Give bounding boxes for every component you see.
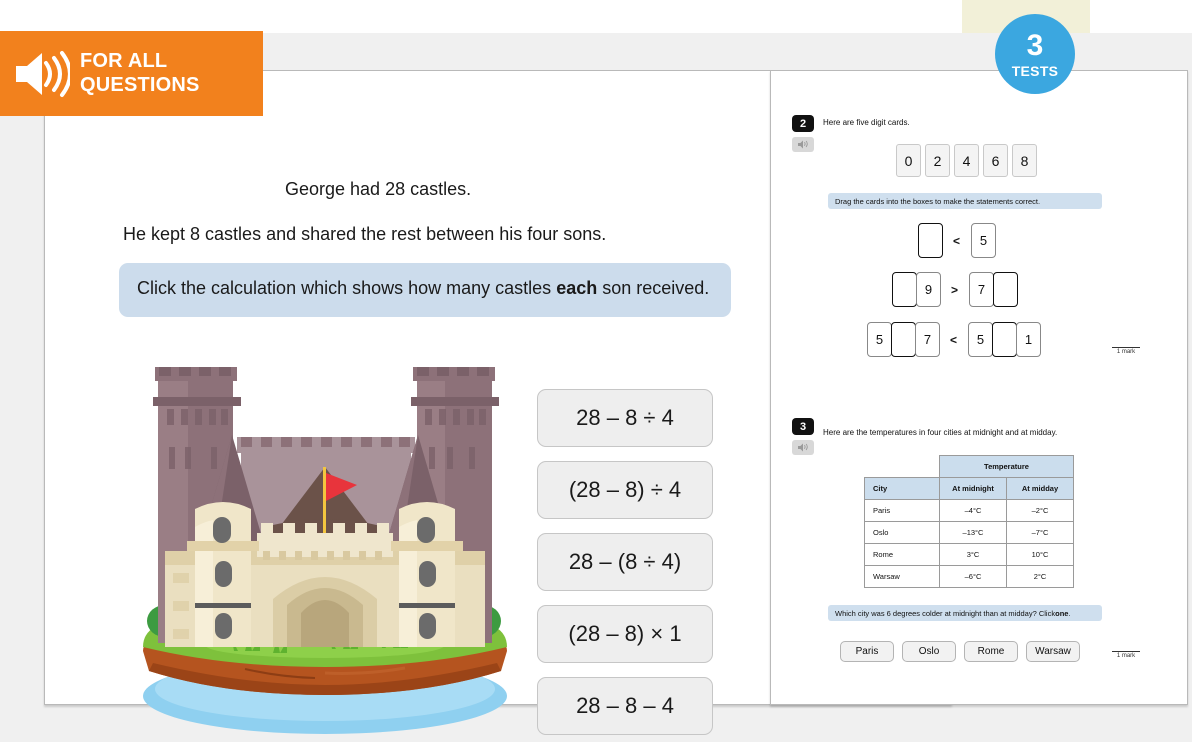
table-empty-corner [865,456,940,478]
question-3-mark-label: 1 mark [1112,651,1140,659]
city-button-paris[interactable]: Paris [840,641,894,662]
question-line-2: He kept 8 castles and shared the rest be… [123,224,607,244]
table-row: Oslo –13°C –7°C [864,521,1074,544]
city-button-warsaw[interactable]: Warsaw [1026,641,1080,662]
digit-card[interactable]: 8 [1012,144,1037,177]
answer-options-list: 28 – 8 ÷ 4 (28 – 8) ÷ 4 28 – (8 ÷ 4) (28… [537,389,713,749]
speaker-icon [16,50,70,97]
question-3-number-badge: 3 [792,418,814,435]
table-group-header-row: Temperature [865,455,1074,478]
question-3-speaker-icon[interactable] [792,440,814,455]
given-digit-box: 5 [971,223,997,258]
answer-option-2[interactable]: (28 – 8) ÷ 4 [537,461,713,519]
drop-target-box[interactable] [993,272,1019,307]
table-row: Paris –4°C –2°C [864,499,1074,522]
given-digit-box: 5 [867,322,892,357]
inequality-operator: < [953,233,961,248]
question-3-stem: Here are the temperatures in four cities… [823,428,1058,437]
table-header-midday: At midday [1006,477,1074,500]
table-cell-midnight: 3°C [939,543,1007,566]
question-2-speaker-icon[interactable] [792,137,814,152]
inequality-statement-2: 9 > 7 [892,272,1019,307]
table-cell-city: Warsaw [864,565,940,588]
drop-target-box[interactable] [891,322,916,357]
inequality-statement-3: 5 7 < 5 1 [867,322,1042,357]
table-cell-city: Rome [864,543,940,566]
castle-illustration [143,367,507,734]
answer-option-5[interactable]: 28 – 8 – 4 [537,677,713,735]
table-header-city: City [864,477,940,500]
inequality-operator: > [951,282,959,297]
prompt-emphasis: one [1055,608,1069,618]
digit-card[interactable]: 6 [983,144,1008,177]
answer-option-4[interactable]: (28 – 8) × 1 [537,605,713,663]
city-button-oslo[interactable]: Oslo [902,641,956,662]
table-row: Warsaw –6°C 2°C [864,565,1074,588]
question-2-stem: Here are five digit cards. [823,118,910,127]
given-digit-box: 1 [1016,322,1042,357]
drop-target-box[interactable] [918,223,943,258]
given-digit-box: 7 [915,322,940,357]
for-all-questions-audio-banner[interactable]: FOR ALL QUESTIONS [0,31,263,116]
audio-banner-line-1: FOR ALL [80,50,168,73]
digit-card[interactable]: 4 [954,144,979,177]
inequality-operator: < [950,332,958,347]
city-button-rome[interactable]: Rome [964,641,1018,662]
given-digit-box: 5 [968,322,994,357]
audio-banner-line-2: QUESTIONS [80,73,200,96]
table-row: Rome 3°C 10°C [864,543,1074,566]
table-cell-midday: –7°C [1006,521,1074,544]
instruction-emphasis: each [556,278,598,298]
drop-target-box[interactable] [992,322,1018,357]
digit-card[interactable]: 0 [896,144,921,177]
digit-card[interactable]: 2 [925,144,950,177]
table-cell-midday: –2°C [1006,499,1074,522]
tests-count-number: 3 [1026,28,1044,62]
answer-option-1[interactable]: 28 – 8 ÷ 4 [537,389,713,447]
inequality-statement-1: < 5 [918,223,997,258]
table-cell-city: Oslo [864,521,940,544]
table-cell-midnight: –6°C [939,565,1007,588]
table-header-row: City At midnight At midday [864,477,1074,500]
question-2-mark-label: 1 mark [1112,347,1140,355]
instruction-suffix: son received. [597,278,710,298]
temperature-table: Temperature City At midnight At midday P… [864,455,1074,588]
table-cell-midnight: –4°C [939,499,1007,522]
instruction-callout: Click the calculation which shows how ma… [119,263,731,317]
answer-option-3[interactable]: 28 – (8 ÷ 4) [537,533,713,591]
instruction-prefix: Click the calculation which shows how ma… [137,278,557,298]
audio-banner-text: FOR ALL QUESTIONS [80,50,200,96]
digit-cards-row: 0 2 4 6 8 [896,144,1037,177]
tests-count-label: TESTS [1011,62,1059,79]
given-digit-box: 7 [969,272,995,307]
table-cell-midnight: –13°C [939,521,1007,544]
given-digit-box: 9 [916,272,941,307]
question-line-1: George had 28 castles. [285,179,472,199]
table-header-midnight: At midnight [939,477,1007,500]
tests-count-badge: 3 TESTS [995,14,1075,94]
drop-target-box[interactable] [892,272,917,307]
prompt-suffix: . [1068,608,1071,618]
table-group-header: Temperature [939,455,1074,478]
prompt-prefix: Which city was 6 degrees colder at midni… [835,608,1056,618]
city-answer-buttons: Paris Oslo Rome Warsaw [840,641,1080,662]
table-cell-city: Paris [864,499,940,522]
question-3-prompt-callout: Which city was 6 degrees colder at midni… [828,605,1102,621]
table-cell-midday: 10°C [1006,543,1074,566]
question-2-number-badge: 2 [792,115,814,132]
table-cell-midday: 2°C [1006,565,1074,588]
drag-instruction-callout: Drag the cards into the boxes to make th… [828,193,1102,209]
